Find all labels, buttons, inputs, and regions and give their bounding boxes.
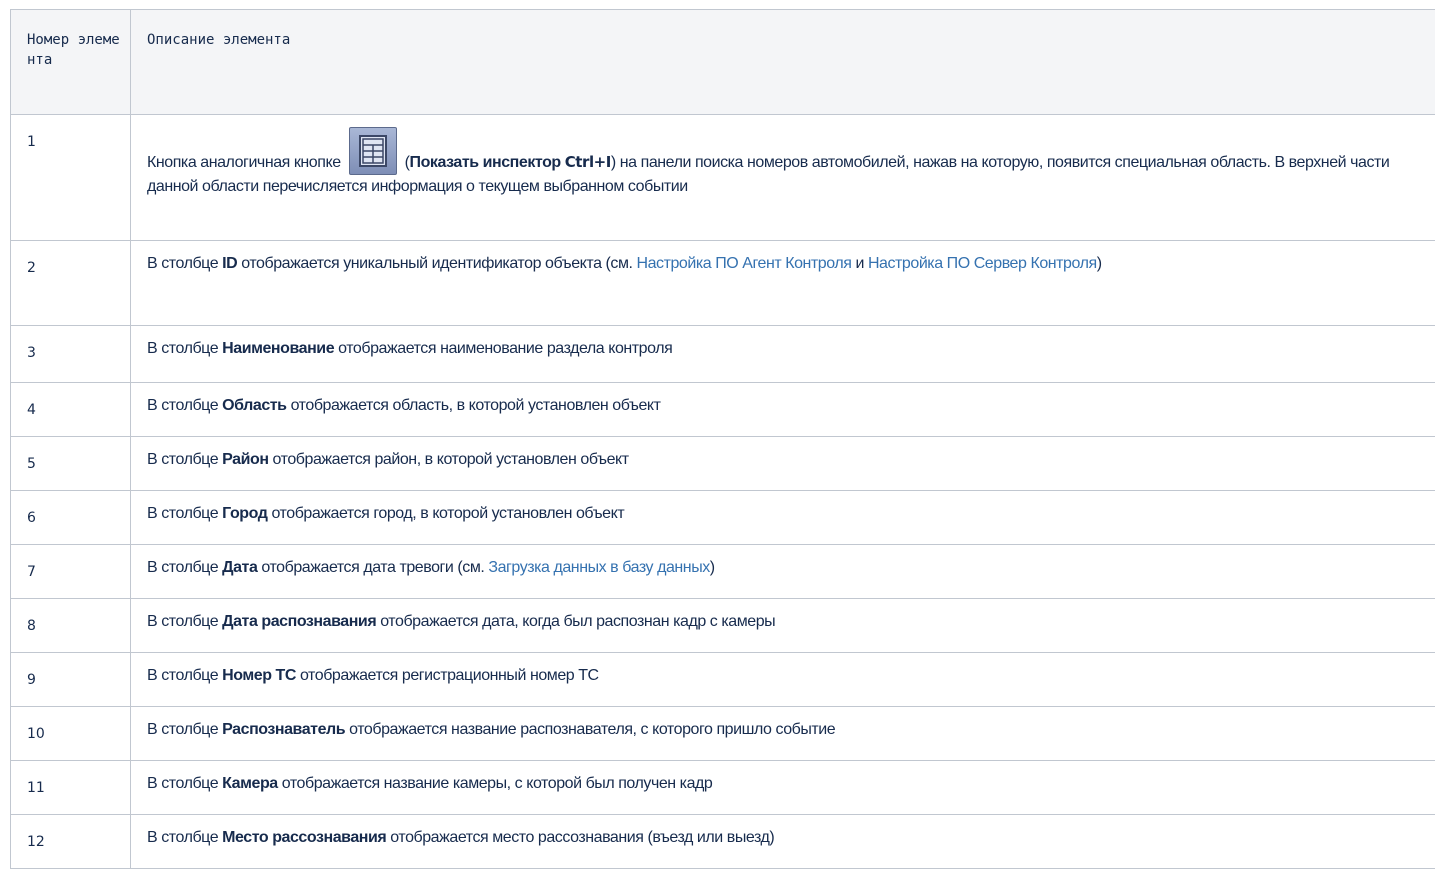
table-row: 12 В столбце Место рассознавания отображ… [10,814,1435,869]
row-number: 10 [10,706,131,761]
desc-text: В столбце [147,613,223,630]
table-header-row: Номер элемента Описание элемента [10,9,1435,115]
header-element-description: Описание элемента [130,9,1435,115]
elements-table: Номер элемента Описание элемента 1 Кнопк… [10,9,1435,869]
desc-text: В столбце [147,829,223,846]
shortcut-label: Ctrl+I [564,153,612,171]
row-description: В столбце Номер ТС отображается регистра… [130,652,1435,707]
desc-text: Кнопка аналогичная кнопке [147,154,341,171]
table-row: 10 В столбце Распознаватель отображается… [10,706,1435,761]
header-element-number: Номер элемента [10,9,131,115]
row-description: В столбце Наименование отображается наим… [130,325,1435,383]
row-description: В столбце Дата отображается дата тревоги… [130,544,1435,599]
elements-table-wrapper: Номер элемента Описание элемента 1 Кнопк… [10,9,1435,869]
link-agent-setup[interactable]: Настройка ПО Агент Контроля [637,255,852,272]
desc-bold: Наименование [222,340,335,357]
row-number: 12 [10,814,131,869]
row-description: В столбце ID отображается уникальный иде… [130,240,1435,326]
desc-text: отображается город, в которой установлен… [267,505,625,522]
desc-text: В столбце [147,721,223,738]
desc-text: отображается область, в которой установл… [286,397,661,414]
desc-text: В столбце [147,505,223,522]
row-number: 1 [10,114,131,241]
row-number: 2 [10,240,131,326]
table-row: 6 В столбце Город отображается город, в … [10,490,1435,545]
inspector-table-icon [348,127,397,175]
row-number: 3 [10,325,131,383]
desc-bold: Место рассознавания [222,829,387,846]
desc-text: В столбце [147,397,223,414]
row-description: В столбце Район отображается район, в ко… [130,436,1435,491]
link-data-upload[interactable]: Загрузка данных в базу данных [488,559,710,576]
desc-bold: Город [222,505,268,522]
desc-text: В столбце [147,255,223,272]
desc-text: отображается район, в которой установлен… [268,451,630,468]
table-row: 8 В столбце Дата распознавания отображае… [10,598,1435,653]
desc-text: отображается дата, когда был распознан к… [376,613,776,630]
desc-text: отображается место рассознавания (въезд … [386,829,775,846]
row-description: В столбце Место рассознавания отображает… [130,814,1435,869]
table-row: 5 В столбце Район отображается район, в … [10,436,1435,491]
desc-text: отображается название камеры, с которой … [277,775,713,792]
desc-bold: Номер ТС [222,667,296,684]
desc-text: отображается регистрационный номер ТС [295,667,599,684]
table-row: 2 В столбце ID отображается уникальный и… [10,240,1435,326]
table-row: 7 В столбце Дата отображается дата трево… [10,544,1435,599]
desc-bold: Показать инспектор [409,154,562,171]
table-row: 1 Кнопка аналогичная кнопке (Показать ин… [10,114,1435,241]
row-number: 9 [10,652,131,707]
desc-text: и [851,255,868,272]
desc-text: В столбце [147,340,223,357]
desc-text: отображается уникальный идентификатор об… [237,255,637,272]
desc-bold: Распознаватель [222,721,346,738]
desc-text: В столбце [147,451,223,468]
row-number: 4 [10,382,131,437]
desc-bold: ID [222,255,238,272]
desc-text: отображается название распознавателя, с … [345,721,836,738]
desc-bold: Камера [222,775,278,792]
desc-text: отображается наименование раздела контро… [334,340,673,357]
row-number: 5 [10,436,131,491]
desc-bold: Область [222,397,287,414]
row-number: 7 [10,544,131,599]
desc-text: отображается дата тревоги (см. [257,559,489,576]
desc-bold: Дата распознавания [222,613,377,630]
desc-text: ) [709,559,715,576]
row-number: 8 [10,598,131,653]
table-row: 11 В столбце Камера отображается названи… [10,760,1435,815]
row-number: 11 [10,760,131,815]
row-description: В столбце Камера отображается название к… [130,760,1435,815]
row-description: В столбце Город отображается город, в ко… [130,490,1435,545]
desc-text: В столбце [147,559,223,576]
desc-text: В столбце [147,667,223,684]
table-row: 4 В столбце Область отображается область… [10,382,1435,437]
link-server-setup[interactable]: Настройка ПО Сервер Контроля [868,255,1097,272]
desc-text: В столбце [147,775,223,792]
row-number: 6 [10,490,131,545]
desc-bold: Район [222,451,269,468]
desc-text: ) [1096,255,1102,272]
row-description: В столбце Дата распознавания отображаетс… [130,598,1435,653]
row-description: Кнопка аналогичная кнопке (Показать инсп… [130,114,1435,241]
row-description: В столбце Распознаватель отображается на… [130,706,1435,761]
table-row: 9 В столбце Номер ТС отображается регист… [10,652,1435,707]
row-description: В столбце Область отображается область, … [130,382,1435,437]
desc-bold: Дата [222,559,258,576]
table-row: 3 В столбце Наименование отображается на… [10,325,1435,383]
